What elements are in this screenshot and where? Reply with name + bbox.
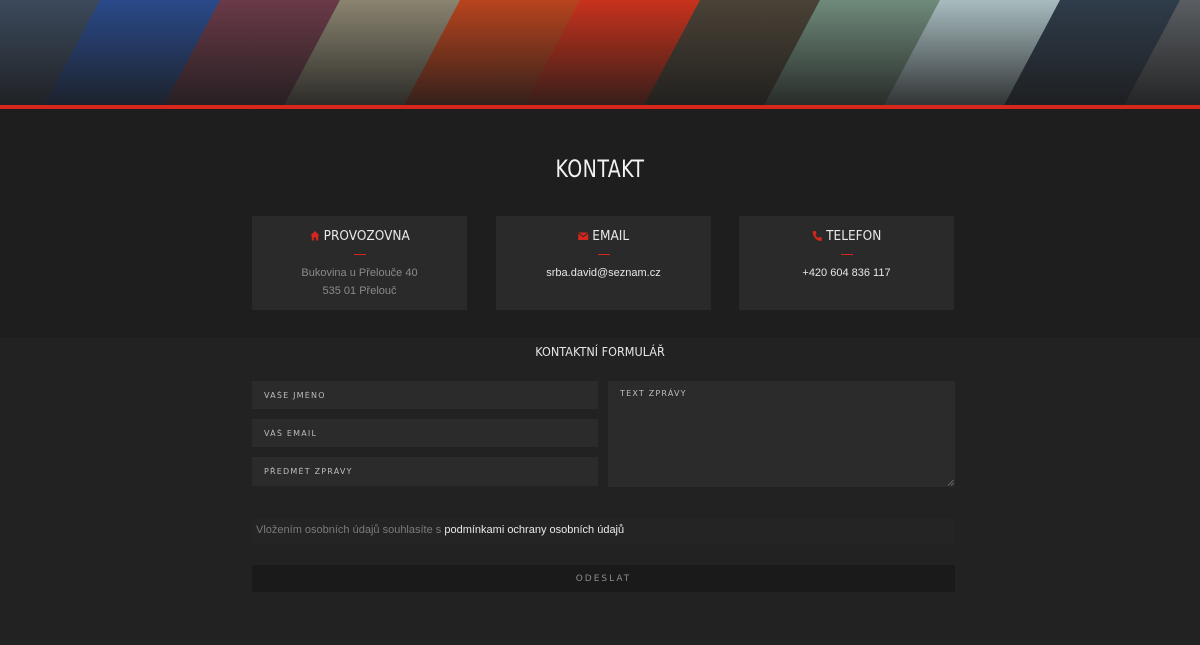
consent-text: Vložením osobních údajů souhlasíte s: [256, 524, 445, 536]
email-link[interactable]: srba.david@seznam.cz: [496, 264, 711, 282]
home-icon: [310, 231, 320, 241]
resize-grip-icon[interactable]: [947, 479, 954, 486]
phone-icon: [812, 231, 822, 241]
address-line: 535 01 Přelouč: [322, 285, 397, 297]
envelope-icon: [578, 232, 589, 240]
email-input[interactable]: [252, 419, 598, 447]
card-header: TELEFON: [750, 228, 944, 244]
card-email: EMAIL srba.david@seznam.cz: [496, 216, 711, 310]
contact-form-section: KONTAKTNÍ FORMULÁŘ Vložením osobních úda…: [0, 338, 1200, 645]
card-divider: [597, 254, 610, 255]
card-divider: [353, 254, 366, 255]
card-title: PROVOZOVNA: [323, 228, 410, 244]
submit-button[interactable]: ODESLAT: [252, 565, 955, 592]
address-line: Bukovina u Přelouče 40: [301, 267, 418, 279]
form-title: KONTAKTNÍ FORMULÁŘ: [535, 344, 665, 359]
card-title: EMAIL: [592, 228, 630, 244]
consent-notice: Vložením osobních údajů souhlasíte s pod…: [252, 518, 955, 544]
card-header: EMAIL: [507, 228, 701, 244]
privacy-policy-link[interactable]: podmínkami ochrany osobních údajů: [444, 524, 624, 536]
name-input[interactable]: [252, 381, 598, 409]
header-banner: [0, 0, 1200, 105]
card-provozovna: PROVOZOVNA Bukovina u Přelouče 40 535 01…: [252, 216, 467, 310]
phone-link[interactable]: +420 604 836 117: [739, 264, 954, 282]
card-telefon: TELEFON +420 604 836 117: [739, 216, 954, 310]
card-header: PROVOZOVNA: [263, 228, 457, 244]
contact-section: KONTAKT PROVOZOVNA Bukovina u Přelouče 4…: [0, 109, 1200, 338]
subject-input[interactable]: [252, 457, 598, 486]
page-title: KONTAKT: [555, 155, 645, 183]
card-divider: [840, 254, 853, 255]
card-title: TELEFON: [826, 228, 882, 244]
message-textarea[interactable]: [608, 381, 955, 487]
